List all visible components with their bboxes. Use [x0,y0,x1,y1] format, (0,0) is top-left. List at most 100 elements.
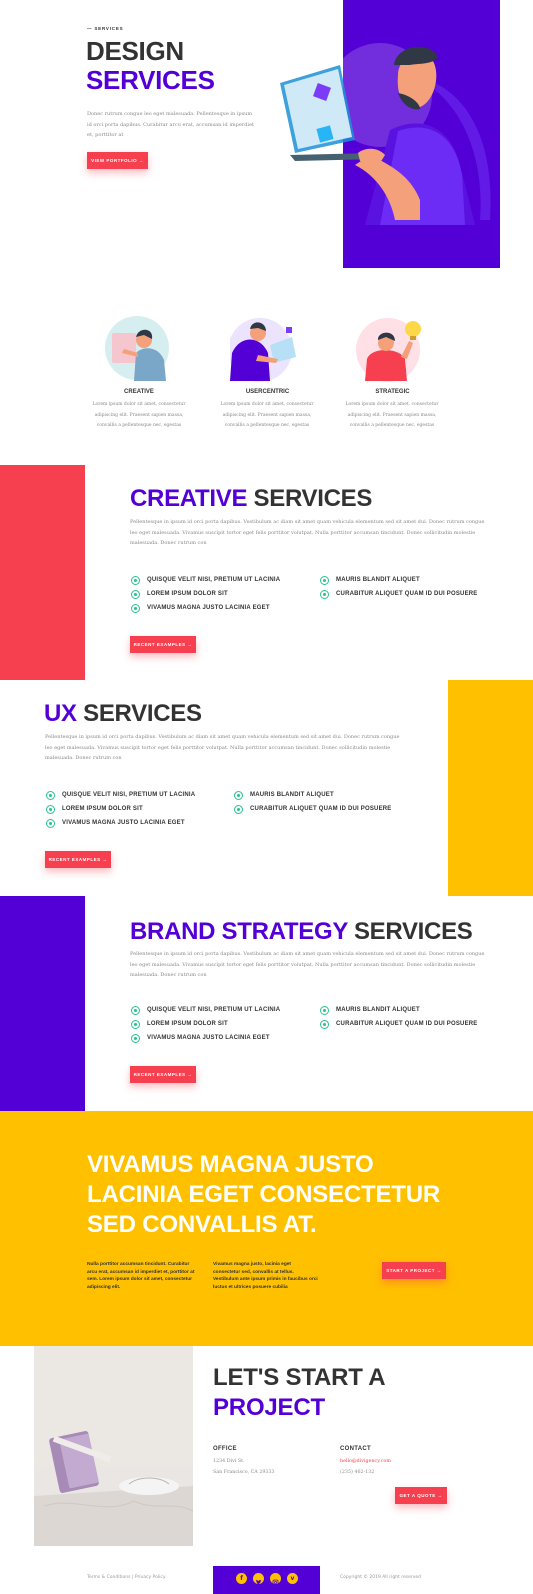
instagram-icon[interactable] [270,1573,281,1586]
feature-label-strategic: STRATEGIC [375,389,410,395]
list-item: VIVAMUS MAGNA JUSTO LACINIA EGET [46,819,195,833]
list-item: QUISQUE VELIT NISI, PRETIUM UT LACINIA [131,576,280,590]
vimeo-icon[interactable]: v [287,1573,298,1584]
footer-copyright: Copyright © 2019 All right reserved [340,1575,422,1580]
list-item: LOREM IPSUM DOLOR SIT [131,1020,280,1034]
office-address-line2: San Francisco, CA 29333 [213,1470,275,1475]
creative-list-right: MAURIS BLANDIT ALIQUET CURABITUR ALIQUET… [320,576,478,604]
check-icon [320,576,329,585]
check-icon [131,576,140,585]
check-icon [234,791,243,800]
cta-col2: Vivamus magna justo, lacinia eget consec… [213,1262,318,1290]
contact-section: LET'S START A PROJECT OFFICE 1234 Divi S… [0,1346,533,1546]
strategic-illustration [356,318,421,382]
list-item: QUISQUE VELIT NISI, PRETIUM UT LACINIA [46,791,195,805]
contact-phone: (235) 462-132 [340,1470,375,1475]
list-item: CURABITUR ALIQUET QUAM ID DUI POSUERE [320,1020,478,1034]
creative-list-left: QUISQUE VELIT NISI, PRETIUM UT LACINIA L… [131,576,280,618]
brand-recent-examples-button[interactable]: RECENT EXAMPLES → [130,1066,196,1083]
ux-title-rest: SERVICES [76,700,202,727]
ux-list-right: MAURIS BLANDIT ALIQUET CURABITUR ALIQUET… [234,791,392,819]
ux-yellow-panel [448,680,533,896]
creative-services-section: CREATIVE SERVICES Pellentesque in ipsum … [0,465,533,680]
brand-services-section: BRAND STRATEGY SERVICES Pellentesque in … [0,896,533,1111]
list-item: MAURIS BLANDIT ALIQUET [320,576,478,590]
creative-recent-examples-button[interactable]: RECENT EXAMPLES → [130,636,196,653]
cta-heading-line2: LACINIA EGET CONSECTETUR [87,1181,440,1208]
contact-photo [34,1346,193,1546]
ux-title-accent: UX [44,700,77,727]
twitter-icon[interactable] [253,1573,264,1585]
feature-body-usercentric: Lorem ipsum dolor sit amet, consectetur … [220,402,314,428]
ux-services-section: UX SERVICES Pellentesque in ipsum id orc… [0,680,533,896]
list-item: MAURIS BLANDIT ALIQUET [320,1006,478,1020]
check-icon [131,1006,140,1015]
office-label: OFFICE [213,1446,237,1452]
feature-body-creative: Lorem ipsum dolor sit amet, consectetur … [92,402,186,428]
office-address-line1: 1234 Divi St. [213,1459,245,1464]
hero-section: — SERVICES DESIGN SERVICES Donec rutrum … [0,0,533,268]
hero-illustration [280,43,491,225]
check-icon [131,1034,140,1043]
brand-title-rest: SERVICES [347,918,473,945]
check-icon [320,590,329,599]
creative-title: CREATIVE SERVICES [130,485,372,513]
list-item: CURABITUR ALIQUET QUAM ID DUI POSUERE [320,590,478,604]
usercentric-illustration [230,318,296,382]
check-icon [131,604,140,613]
list-item: VIVAMUS MAGNA JUSTO LACINIA EGET [131,604,280,618]
hero-body: Donec rutrum congue leo eget malesuada. … [87,111,254,138]
brand-body: Pellentesque in ipsum id orci porta dapi… [130,951,485,978]
start-project-button[interactable]: START A PROJECT → [382,1262,446,1279]
ux-title: UX SERVICES [44,700,202,728]
cta-heading-line1: VIVAMUS MAGNA JUSTO [87,1151,374,1178]
hero-title-line2: SERVICES [86,65,215,95]
list-item: LOREM IPSUM DOLOR SIT [131,590,280,604]
list-item: MAURIS BLANDIT ALIQUET [234,791,392,805]
brand-list-right: MAURIS BLANDIT ALIQUET CURABITUR ALIQUET… [320,1006,478,1034]
list-item: LOREM IPSUM DOLOR SIT [46,805,195,819]
cta-section: VIVAMUS MAGNA JUSTO LACINIA EGET CONSECT… [0,1111,533,1346]
creative-red-panel [0,465,85,680]
check-icon [46,819,55,828]
check-icon [131,1020,140,1029]
view-portfolio-button[interactable]: VIEW PORTFOLIO → [87,152,148,169]
check-icon [320,1006,329,1015]
check-icon [320,1020,329,1029]
brand-purple-panel [0,896,85,1111]
cta-col1: Nulla porttitor accumsan tincidunt. Cura… [87,1262,195,1290]
brand-title: BRAND STRATEGY SERVICES [130,918,473,946]
ux-body: Pellentesque in ipsum id orci porta dapi… [45,734,400,761]
footer: Terms & Conditions | Privacy Policy f v … [0,1566,533,1594]
feature-label-creative: CREATIVE [124,389,154,395]
check-icon [234,805,243,814]
creative-illustration [105,316,169,381]
creative-body: Pellentesque in ipsum id orci porta dapi… [130,519,485,546]
contact-label: CONTACT [340,1446,371,1452]
get-quote-button[interactable]: GET A QUOTE → [395,1487,447,1504]
facebook-icon[interactable]: f [236,1573,247,1584]
contact-email-link[interactable]: hello@divigency.com [340,1457,391,1468]
check-icon [131,590,140,599]
contact-title-line1: LET'S START A [213,1364,386,1391]
features-section: CREATIVE Lorem ipsum dolor sit amet, con… [0,300,533,440]
list-item: VIVAMUS MAGNA JUSTO LACINIA EGET [131,1034,280,1048]
brand-list-left: QUISQUE VELIT NISI, PRETIUM UT LACINIA L… [131,1006,280,1048]
contact-title-line2: PROJECT [213,1394,325,1421]
list-item: CURABITUR ALIQUET QUAM ID DUI POSUERE [234,805,392,819]
ux-recent-examples-button[interactable]: RECENT EXAMPLES → [45,851,111,868]
feature-body-strategic: Lorem ipsum dolor sit amet, consectetur … [345,402,439,428]
ux-list-left: QUISQUE VELIT NISI, PRETIUM UT LACINIA L… [46,791,195,833]
check-icon [46,791,55,800]
brand-title-accent: BRAND STRATEGY [130,918,348,945]
cta-heading-line3: SED CONVALLIS AT. [87,1211,317,1238]
hero-title-line1: DESIGN [86,36,184,66]
check-icon [46,805,55,814]
creative-title-accent: CREATIVE [130,485,248,512]
footer-social-bar [213,1566,320,1594]
creative-title-rest: SERVICES [247,485,373,512]
footer-legal-links[interactable]: Terms & Conditions | Privacy Policy [87,1575,165,1580]
hero-eyebrow: — SERVICES [87,26,124,31]
feature-label-usercentric: USERCENTRIC [245,389,290,395]
list-item: QUISQUE VELIT NISI, PRETIUM UT LACINIA [131,1006,280,1020]
